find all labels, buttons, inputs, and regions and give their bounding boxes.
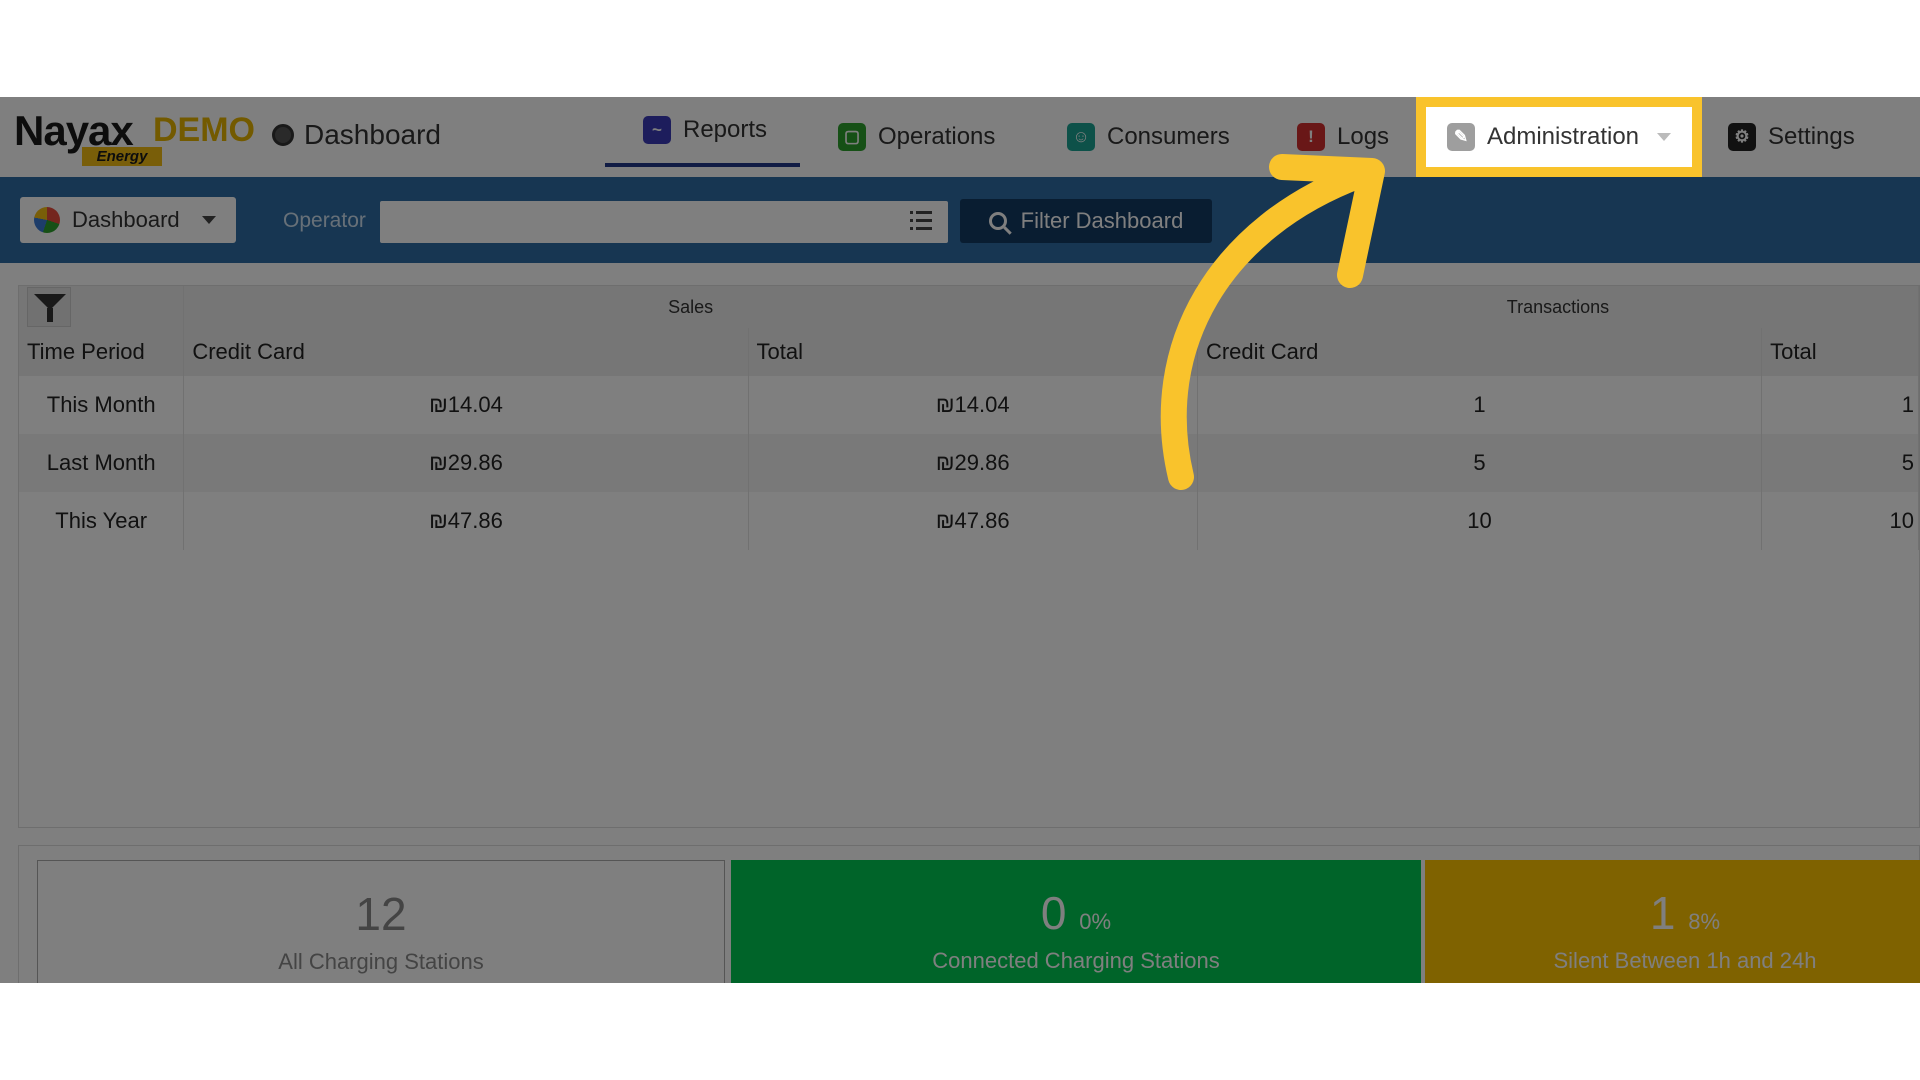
time-period-header[interactable]: Time Period (19, 328, 185, 376)
stat-label: Silent Between 1h and 24h (1553, 948, 1817, 973)
consumers-icon: ☺ (1067, 123, 1095, 151)
period-cell: This Month (19, 376, 185, 434)
sales-credit-card-cell: ₪29.86 (183, 434, 749, 492)
summary-table: Sales Transactions Time Period Credit Ca… (19, 286, 1920, 550)
sales-group-header: Sales (183, 286, 1198, 328)
stat-value: 1 8% (1649, 887, 1721, 939)
sales-total-header[interactable]: Total (748, 328, 1198, 376)
filter-cell (19, 286, 185, 328)
nav-administration-label: Administration (1486, 123, 1640, 150)
tx-credit-card-header[interactable]: Credit Card (1197, 328, 1763, 376)
nav-reports-label: Reports (683, 116, 768, 143)
all-stations-card[interactable]: 12 All Charging Stations (37, 860, 725, 983)
search-icon (988, 212, 1007, 230)
nav-settings[interactable]: ⚙ Settings (1728, 97, 1855, 177)
reports-chart-icon: ~ (643, 116, 671, 144)
nav-logs-label: Logs (1337, 123, 1390, 150)
nav-administration[interactable]: ✎ Administration (1416, 97, 1702, 177)
tx-credit-card-cell: 5 (1197, 434, 1763, 492)
nav-operations-label: Operations (878, 123, 996, 150)
caret-down-icon (201, 216, 216, 224)
filter-dashboard-label: Filter Dashboard (1020, 208, 1184, 233)
stats-panel: 12 All Charging Stations 0 0% Connected … (18, 845, 1920, 983)
stat-value: 12 (355, 888, 407, 940)
dashboard-select-label: Dashboard (72, 207, 180, 232)
silent-stations-card[interactable]: 1 8% Silent Between 1h and 24h (1425, 860, 1920, 983)
administration-wrench-icon: ✎ (1446, 123, 1475, 151)
sales-total-cell: ₪47.86 (748, 492, 1198, 550)
filter-dashboard-button[interactable]: Filter Dashboard (960, 199, 1212, 243)
tx-total-cell: 1 (1761, 376, 1919, 434)
nav-settings-label: Settings (1768, 123, 1855, 150)
stat-label: Connected Charging Stations (932, 948, 1220, 973)
tx-credit-card-cell: 10 (1197, 492, 1763, 550)
table-row: This Month ₪14.04 ₪14.04 1 1 (19, 376, 1919, 434)
table-row: This Year ₪47.86 ₪47.86 10 10 (19, 492, 1919, 550)
connected-stations-card[interactable]: 0 0% Connected Charging Stations (731, 860, 1421, 983)
sales-total-cell: ₪14.04 (748, 376, 1198, 434)
summary-table-panel: Sales Transactions Time Period Credit Ca… (18, 285, 1920, 828)
operator-input[interactable] (380, 201, 948, 243)
filter-toolbar: Dashboard Operator Filter Dashboard (0, 177, 1920, 263)
table-row: Last Month ₪29.86 ₪29.86 5 5 (19, 434, 1919, 492)
gear-icon: ⚙ (1728, 123, 1756, 151)
sales-credit-card-cell: ₪14.04 (183, 376, 749, 434)
logo-energy-badge: Energy (82, 147, 162, 166)
logo-demo-text: DEMO (153, 111, 255, 149)
nav-reports[interactable]: ~ Reports (605, 97, 800, 167)
logs-alert-icon: ! (1297, 123, 1325, 151)
dashboard-dot-icon (272, 124, 294, 146)
nav-logs[interactable]: ! Logs (1297, 97, 1389, 177)
stat-value: 0 0% (1040, 887, 1112, 939)
filter-funnel-icon[interactable] (27, 287, 71, 327)
tx-total-cell: 10 (1761, 492, 1919, 550)
period-cell: Last Month (19, 434, 185, 492)
nav-consumers[interactable]: ☺ Consumers (1067, 97, 1230, 177)
dashboard-select[interactable]: Dashboard (20, 197, 236, 243)
operations-icon: ▢ (838, 123, 866, 151)
list-icon[interactable] (910, 211, 932, 233)
tx-total-cell: 5 (1761, 434, 1919, 492)
nav-consumers-label: Consumers (1107, 123, 1230, 150)
screenshot-frame: Nayax DEMO Energy Dashboard ~ Reports ▢ … (0, 97, 1920, 983)
sales-total-cell: ₪29.86 (748, 434, 1198, 492)
pie-chart-icon (34, 207, 60, 233)
chevron-down-icon (1657, 133, 1672, 141)
tx-total-header[interactable]: Total (1761, 328, 1919, 376)
tx-credit-card-cell: 1 (1197, 376, 1763, 434)
period-cell: This Year (19, 492, 185, 550)
operator-label: Operator (283, 209, 366, 232)
stat-label: All Charging Stations (278, 949, 484, 974)
nav-operations[interactable]: ▢ Operations (838, 97, 995, 177)
transactions-group-header: Transactions (1197, 286, 1920, 328)
breadcrumb: Dashboard (272, 119, 441, 151)
sales-credit-card-cell: ₪47.86 (183, 492, 749, 550)
breadcrumb-label: Dashboard (304, 119, 441, 150)
sales-credit-card-header[interactable]: Credit Card (183, 328, 749, 376)
